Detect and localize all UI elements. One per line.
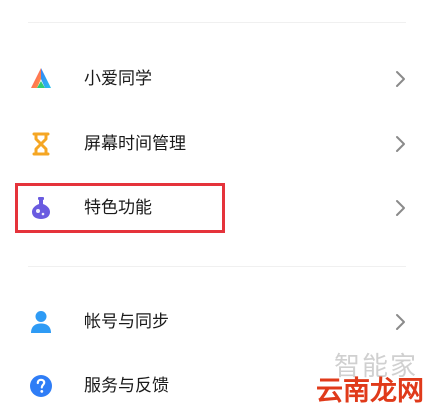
chevron-right-icon bbox=[394, 313, 408, 331]
chevron-right-icon bbox=[394, 199, 408, 217]
menu-item-xiaoai[interactable]: 小爱同学 bbox=[0, 49, 434, 109]
help-question-icon bbox=[28, 373, 54, 399]
hourglass-icon bbox=[28, 131, 54, 157]
xiaoai-assistant-icon bbox=[28, 66, 54, 92]
menu-item-account-sync[interactable]: 帐号与同步 bbox=[0, 292, 434, 352]
menu-item-label: 小爱同学 bbox=[84, 69, 152, 89]
menu-item-label: 屏幕时间管理 bbox=[84, 134, 186, 154]
menu-item-special-features[interactable]: 特色功能 bbox=[0, 178, 434, 238]
menu-item-screen-time[interactable]: 屏幕时间管理 bbox=[0, 114, 434, 174]
section-divider bbox=[28, 22, 406, 23]
menu-item-label: 帐号与同步 bbox=[84, 312, 169, 332]
chevron-right-icon bbox=[394, 135, 408, 153]
chevron-right-icon bbox=[394, 70, 408, 88]
account-person-icon bbox=[28, 309, 54, 335]
menu-item-label: 服务与反馈 bbox=[84, 376, 169, 396]
menu-item-service-feedback[interactable]: 服务与反馈 bbox=[0, 356, 434, 414]
section-divider bbox=[28, 266, 406, 267]
flask-icon bbox=[28, 195, 54, 221]
settings-screen: 小爱同学 屏幕时间管理 特色功能 帐号与同步 服务与反馈 智能家 云南龙网 bbox=[0, 0, 434, 414]
menu-item-label: 特色功能 bbox=[84, 198, 152, 218]
